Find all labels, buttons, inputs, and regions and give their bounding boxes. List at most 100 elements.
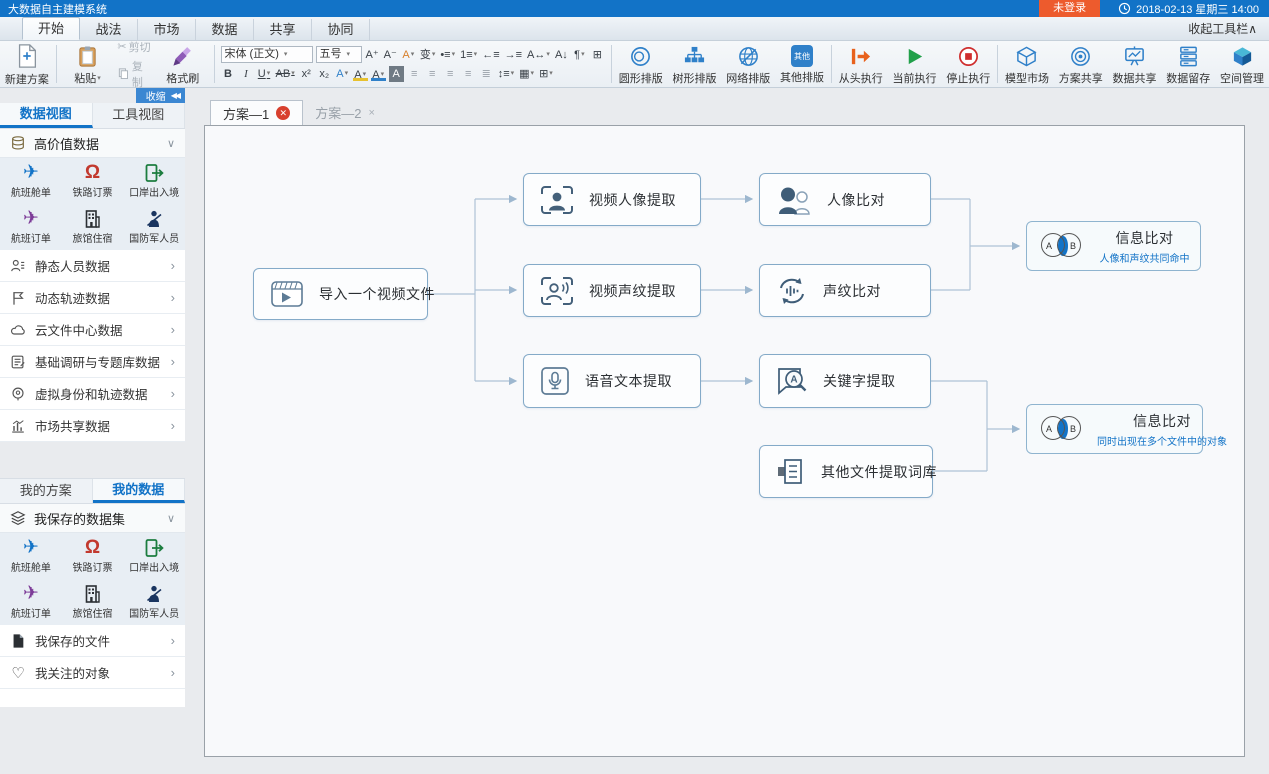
close-tab-icon[interactable]: × bbox=[368, 107, 374, 119]
category-dynamic-track[interactable]: 动态轨迹数据 › bbox=[0, 282, 185, 314]
dataset-flight-order[interactable]: ✈ 航班订单 bbox=[0, 204, 62, 250]
borders-button[interactable]: ⊞ bbox=[538, 66, 554, 82]
node-import-video[interactable]: 导入一个视频文件 bbox=[253, 268, 428, 320]
decrease-indent-button[interactable]: ←≡ bbox=[481, 47, 500, 63]
plan-share-button[interactable]: 方案共享 bbox=[1054, 41, 1108, 87]
bold-button[interactable]: B bbox=[221, 66, 236, 82]
collapse-toolbar-button[interactable]: 收起工具栏∧ bbox=[1188, 20, 1269, 40]
italic-button[interactable]: I bbox=[239, 66, 254, 82]
data-share-button[interactable]: 数据共享 bbox=[1108, 41, 1162, 87]
font-color-button[interactable]: A bbox=[371, 68, 386, 81]
justify-button[interactable]: ≡ bbox=[461, 66, 476, 82]
my-saved-files[interactable]: 我保存的文件 › bbox=[0, 625, 185, 657]
tree-layout-button[interactable]: 树形排版 bbox=[668, 41, 722, 87]
dataset-border-entry[interactable]: 口岸出入境 bbox=[123, 158, 185, 204]
align-center-button[interactable]: ≡ bbox=[425, 66, 440, 82]
dataset-rail-ticket[interactable]: Ω 铁路订票 bbox=[62, 158, 124, 204]
my-followed-objects[interactable]: ♡ 我关注的对象 › bbox=[0, 657, 185, 689]
bullets-button[interactable]: •≡ bbox=[439, 47, 456, 63]
stop-run-button[interactable]: 停止执行 bbox=[941, 41, 995, 87]
other-layout-button[interactable]: 其他 其他排版 bbox=[775, 41, 829, 87]
circle-layout-button[interactable]: 圆形排版 bbox=[614, 41, 668, 87]
superscript-button[interactable]: x² bbox=[299, 66, 314, 82]
node-video-face-extract[interactable]: 视频人像提取 bbox=[523, 173, 701, 226]
distribute-text-button[interactable]: A↔ bbox=[526, 47, 551, 63]
font-size-select[interactable]: 五号 bbox=[316, 46, 362, 63]
ribbon-tab-collab[interactable]: 协同 bbox=[312, 19, 370, 40]
font-name-select[interactable]: 宋体 (正文) bbox=[221, 46, 313, 63]
increase-indent-button[interactable]: →≡ bbox=[504, 47, 523, 63]
run-from-start-button[interactable]: 从头执行 bbox=[834, 41, 888, 87]
category-virtual-identity[interactable]: 虚拟身份和轨迹数据 › bbox=[0, 378, 185, 410]
login-status-badge[interactable]: 未登录 bbox=[1039, 0, 1100, 17]
ribbon-tab-tactics[interactable]: 战法 bbox=[80, 19, 138, 40]
node-info-compare-bottom[interactable]: A B 信息比对 同时出现在多个文件中的对象 bbox=[1026, 404, 1203, 454]
flow-canvas[interactable]: 导入一个视频文件 视频人像提取 视频声纹提取 bbox=[204, 125, 1245, 757]
shading-button[interactable]: ▦ bbox=[518, 66, 535, 82]
plan-tab-1[interactable]: 方案—1 ✕ bbox=[210, 100, 303, 125]
change-case-button[interactable]: 变 bbox=[419, 47, 437, 63]
align-left-button[interactable]: ≡ bbox=[407, 66, 422, 82]
new-plan-button[interactable]: 新建方案 bbox=[0, 41, 54, 87]
dispersed-align-button[interactable]: ≣ bbox=[479, 66, 494, 82]
node-info-compare-top[interactable]: A B 信息比对 人像和声纹共同命中 bbox=[1026, 221, 1201, 271]
dataset-border-entry[interactable]: 口岸出入境 bbox=[123, 533, 185, 579]
tab-my-plans[interactable]: 我的方案 bbox=[0, 479, 93, 503]
show-marks-button[interactable]: ¶ bbox=[572, 47, 587, 63]
ribbon-tab-start[interactable]: 开始 bbox=[22, 17, 80, 40]
node-voiceprint-compare[interactable]: 声纹比对 bbox=[759, 264, 931, 317]
high-value-data-header[interactable]: 高价值数据 ∨ bbox=[0, 129, 185, 158]
highlight-color-button[interactable]: A bbox=[353, 68, 368, 81]
ribbon-tab-data[interactable]: 数据 bbox=[196, 19, 254, 40]
dataset-hotel-stay[interactable]: 旅馆住宿 bbox=[62, 579, 124, 625]
char-shading-button[interactable]: A bbox=[389, 66, 404, 82]
ribbon-tab-share[interactable]: 共享 bbox=[254, 19, 312, 40]
sidebar-collapse-button[interactable]: 收缩 ◀◀ bbox=[136, 88, 185, 103]
plan-tab-2[interactable]: 方案—2 × bbox=[303, 100, 387, 125]
ribbon-tab-market[interactable]: 市场 bbox=[138, 19, 196, 40]
tab-data-view[interactable]: 数据视图 bbox=[0, 103, 93, 128]
copy-button[interactable]: 复制 bbox=[117, 58, 152, 90]
dataset-flight-order[interactable]: ✈ 航班订单 bbox=[0, 579, 62, 625]
line-spacing-button[interactable]: ↕≡ bbox=[497, 66, 515, 82]
strikethrough-button[interactable]: AB bbox=[275, 66, 296, 82]
subscript-button[interactable]: x₂ bbox=[317, 66, 332, 82]
dataset-flight-manifest[interactable]: ✈ 航班舱单 bbox=[0, 158, 62, 204]
space-management-button[interactable]: 空间管理 bbox=[1215, 41, 1269, 87]
cut-button[interactable]: ✂ 剪切 bbox=[117, 39, 152, 55]
dataset-military-personnel[interactable]: 国防军人员 bbox=[123, 579, 185, 625]
network-layout-button[interactable]: 网络排版 bbox=[721, 41, 775, 87]
format-painter-button[interactable]: 格式刷 bbox=[156, 43, 210, 86]
pinyin-guide-button[interactable]: A bbox=[401, 47, 416, 63]
node-other-files-lexicon[interactable]: 其他文件提取词库 bbox=[759, 445, 933, 498]
sort-button[interactable]: A↓ bbox=[554, 47, 569, 63]
data-retention-button[interactable]: 数据留存 bbox=[1161, 41, 1215, 87]
dataset-hotel-stay[interactable]: 旅馆住宿 bbox=[62, 204, 124, 250]
underline-button[interactable]: U bbox=[257, 66, 272, 82]
tab-my-data[interactable]: 我的数据 bbox=[93, 479, 186, 503]
category-research-library[interactable]: 基础调研与专题库数据 › bbox=[0, 346, 185, 378]
model-market-button[interactable]: 模型市场 bbox=[1000, 41, 1054, 87]
run-current-button[interactable]: 当前执行 bbox=[888, 41, 942, 87]
node-speech-text-extract[interactable]: 语音文本提取 bbox=[523, 354, 701, 408]
close-tab-icon[interactable]: ✕ bbox=[276, 106, 290, 120]
category-cloud-files[interactable]: 云文件中心数据 › bbox=[0, 314, 185, 346]
dataset-flight-manifest[interactable]: ✈ 航班舱单 bbox=[0, 533, 62, 579]
node-face-compare[interactable]: 人像比对 bbox=[759, 173, 931, 226]
align-right-button[interactable]: ≡ bbox=[443, 66, 458, 82]
dataset-military-personnel[interactable]: 国防军人员 bbox=[123, 204, 185, 250]
node-keyword-extract[interactable]: A 关键字提取 bbox=[759, 354, 931, 408]
node-video-voiceprint-extract[interactable]: 视频声纹提取 bbox=[523, 264, 701, 317]
dataset-rail-ticket[interactable]: Ω 铁路订票 bbox=[62, 533, 124, 579]
text-effects-button[interactable]: A bbox=[335, 66, 350, 82]
chevron-right-icon: › bbox=[171, 322, 175, 337]
tab-tool-view[interactable]: 工具视图 bbox=[93, 103, 186, 128]
category-market-shared[interactable]: 市场共享数据 › bbox=[0, 410, 185, 442]
category-static-personnel[interactable]: 静态人员数据 › bbox=[0, 250, 185, 282]
grow-font-button[interactable]: A⁺ bbox=[365, 47, 380, 63]
numbering-button[interactable]: 1≡ bbox=[459, 47, 478, 63]
saved-datasets-header[interactable]: 我保存的数据集 ∨ bbox=[0, 504, 185, 533]
shrink-font-button[interactable]: A⁻ bbox=[383, 47, 398, 63]
paste-button[interactable]: 粘贴 bbox=[61, 43, 115, 86]
table-button[interactable]: ⊞ bbox=[590, 47, 605, 63]
